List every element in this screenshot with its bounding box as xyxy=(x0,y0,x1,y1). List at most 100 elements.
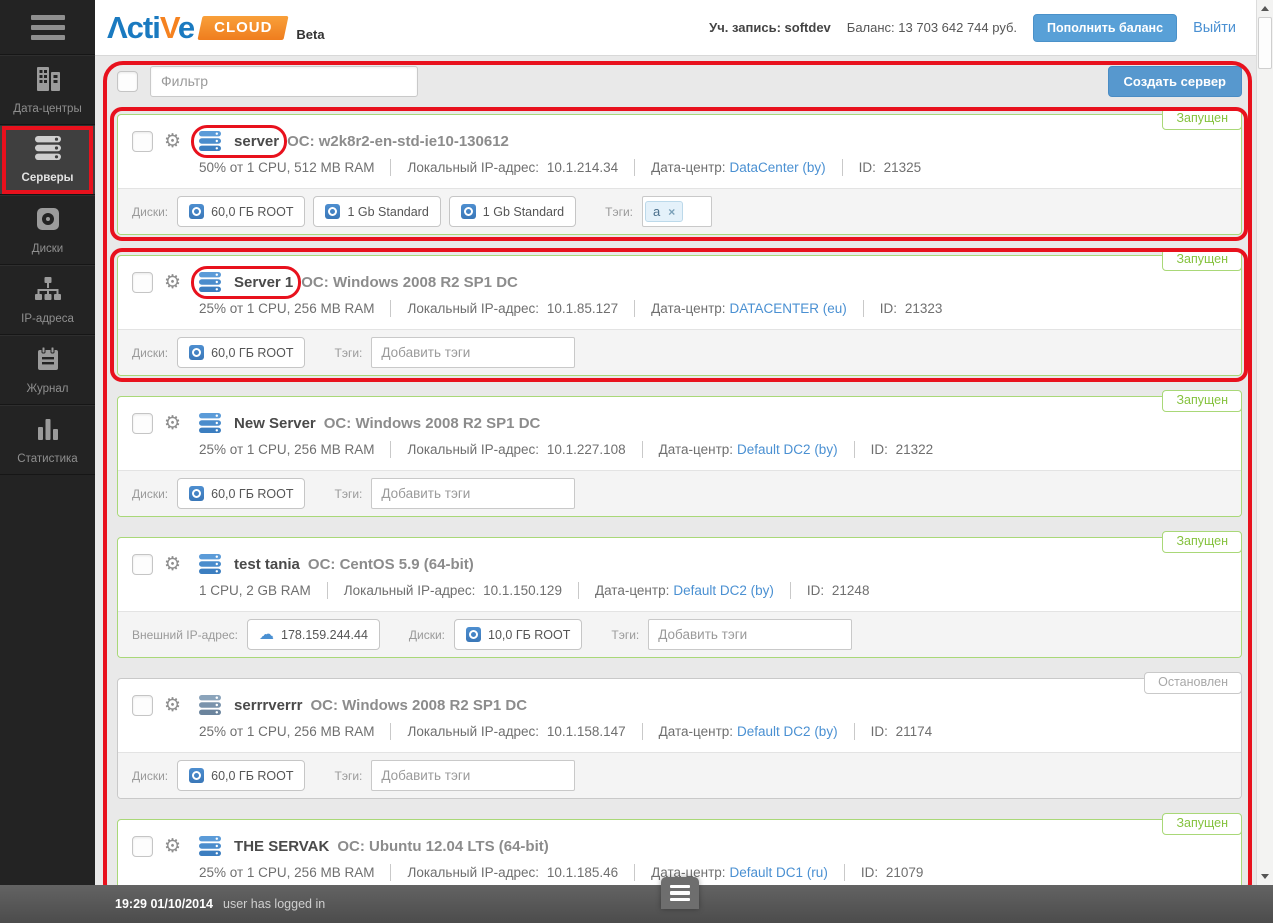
sidebar-item-datacenters[interactable]: Дата-центры xyxy=(0,55,95,125)
external-ip-button[interactable]: ☁ 178.159.244.44 xyxy=(247,619,380,650)
local-ip: Локальный IP-адрес: 10.1.214.34 xyxy=(407,160,619,175)
sidebar-item-label: Статистика xyxy=(17,452,78,465)
server-os: ОС: Windows 2008 R2 SP1 DC xyxy=(301,273,518,291)
server-name[interactable]: New Server xyxy=(234,415,316,432)
external-ip-label: Внешний IP-адрес: xyxy=(132,627,238,642)
status-badge: Запущен xyxy=(1162,531,1242,553)
disk-icon xyxy=(325,204,341,219)
datacenters-icon xyxy=(34,66,62,97)
sidebar-menu-toggle[interactable] xyxy=(0,0,95,55)
disks-label: Диски: xyxy=(132,768,169,783)
server-list: Запущен ⚙ server ОС: w2k8r2-en-std-ie10-… xyxy=(110,107,1248,885)
card-details-row: Внешний IP-адрес: ☁ 178.159.244.44 Диски:… xyxy=(118,611,1241,657)
disks-label: Диски: xyxy=(132,204,169,219)
server-name[interactable]: serrrverrr xyxy=(234,697,302,714)
gear-icon[interactable]: ⚙ xyxy=(164,413,181,433)
logout-link[interactable]: Выйти xyxy=(1193,20,1236,36)
server-checkbox[interactable] xyxy=(132,835,153,857)
disks-icon xyxy=(35,206,61,237)
sidebar-item-label: Дата-центры xyxy=(13,102,82,115)
server-checkbox[interactable] xyxy=(132,553,153,575)
datacenter-link[interactable]: Default DC1 (ru) xyxy=(730,865,828,880)
server-stack-icon xyxy=(198,130,222,152)
server-name[interactable]: Server 1 xyxy=(234,274,293,291)
datacenter-link[interactable]: Default DC2 (by) xyxy=(737,724,838,739)
select-all-checkbox[interactable] xyxy=(117,70,138,92)
local-ip: Локальный IP-адрес: 10.1.85.127 xyxy=(407,301,619,316)
status-badge: Запущен xyxy=(1162,813,1242,835)
datacenter-link[interactable]: Default DC2 (by) xyxy=(673,583,774,598)
datacenter: Дата-центр: DATACENTER (eu) xyxy=(651,301,847,316)
server-os: ОС: CentOS 5.9 (64-bit) xyxy=(307,555,474,573)
tags-label: Тэги: xyxy=(334,768,363,783)
status-timestamp: 19:29 01/10/2014 xyxy=(115,897,214,911)
datacenter-link[interactable]: Default DC2 (by) xyxy=(737,442,838,457)
server-checkbox[interactable] xyxy=(132,271,153,293)
datacenter: Дата-центр: DataCenter (by) xyxy=(651,160,826,175)
tags-box[interactable]: a × xyxy=(641,196,712,227)
footer-panel-toggle[interactable] xyxy=(661,877,699,909)
server-stack-icon xyxy=(198,694,222,716)
gear-icon[interactable]: ⚙ xyxy=(164,131,181,151)
server-name-wrap: serrrverrr xyxy=(198,694,302,716)
server-specs: 25% от 1 CPU, 256 MB RAM xyxy=(199,724,375,739)
server-os: ОС: Windows 2008 R2 SP1 DC xyxy=(323,414,541,432)
server-name[interactable]: THE SERVAK xyxy=(234,838,329,855)
gear-icon[interactable]: ⚙ xyxy=(164,272,181,292)
scroll-down-button[interactable] xyxy=(1257,868,1273,885)
tags-input[interactable] xyxy=(371,760,576,791)
sidebar-item-servers[interactable]: Серверы xyxy=(0,125,95,195)
sidebar-item-journal[interactable]: Журнал xyxy=(0,335,95,405)
status-bar: 19:29 01/10/2014 user has logged in xyxy=(0,885,1273,923)
datacenter-link[interactable]: DATACENTER (eu) xyxy=(730,301,847,316)
sidebar-item-disks[interactable]: Диски xyxy=(0,195,95,265)
vertical-scrollbar[interactable] xyxy=(1256,0,1273,885)
datacenter: Дата-центр: Default DC2 (by) xyxy=(594,583,774,598)
disk-button[interactable]: 60,0 ГБ ROOT xyxy=(177,196,306,227)
server-card: Запущен ⚙ test tania ОС: CentOS 5.9 (64-… xyxy=(117,531,1242,658)
app-logo[interactable]: ΛctiVe CLOUD Beta xyxy=(107,10,325,46)
tags-label: Тэги: xyxy=(334,486,363,501)
tags-input[interactable] xyxy=(371,478,576,509)
server-specs: 50% от 1 CPU, 512 MB RAM xyxy=(199,160,375,175)
server-name[interactable]: test tania xyxy=(234,556,300,573)
header: ΛctiVe CLOUD Beta Уч. запись: softdev Ба… xyxy=(95,0,1256,56)
server-stack-icon xyxy=(198,271,222,293)
disk-icon xyxy=(466,627,482,642)
create-server-button[interactable]: Создать сервер xyxy=(1107,65,1242,97)
status-badge: Запущен xyxy=(1162,108,1242,130)
disk-button[interactable]: 1 Gb Standard xyxy=(313,196,441,227)
scrollbar-thumb[interactable] xyxy=(1258,17,1272,69)
server-id: ID: 21323 xyxy=(879,301,943,316)
gear-icon[interactable]: ⚙ xyxy=(164,554,181,574)
disk-button[interactable]: 60,0 ГБ ROOT xyxy=(177,760,306,791)
gear-icon[interactable]: ⚙ xyxy=(164,836,181,856)
scroll-up-button[interactable] xyxy=(1257,0,1273,17)
card-details-row: ☁ Диски: 60,0 ГБ ROOT Тэги: xyxy=(118,329,1241,375)
server-checkbox[interactable] xyxy=(132,412,153,434)
server-id: ID: 21325 xyxy=(858,160,922,175)
tags-input[interactable] xyxy=(648,619,853,650)
gear-icon[interactable]: ⚙ xyxy=(164,695,181,715)
local-ip: Локальный IP-адрес: 10.1.158.147 xyxy=(407,724,626,739)
sidebar-item-ip-addresses[interactable]: IP-адреса xyxy=(0,265,95,335)
server-checkbox[interactable] xyxy=(132,130,153,152)
disk-button[interactable]: 60,0 ГБ ROOT xyxy=(177,478,306,509)
disk-button[interactable]: 60,0 ГБ ROOT xyxy=(177,337,306,368)
logo-wordmark: ΛctiVe xyxy=(107,9,195,45)
server-card: Остановлен ⚙ serrrverrr ОС: Windows 2008… xyxy=(117,672,1242,799)
server-name[interactable]: server xyxy=(234,133,279,150)
datacenter: Дата-центр: Default DC2 (by) xyxy=(658,724,838,739)
sidebar-item-statistics[interactable]: Статистика xyxy=(0,405,95,475)
local-ip: Локальный IP-адрес: 10.1.227.108 xyxy=(407,442,626,457)
filter-input[interactable] xyxy=(150,65,418,97)
server-specs: 25% от 1 CPU, 256 MB RAM xyxy=(199,442,375,457)
disk-button[interactable]: 10,0 ГБ ROOT xyxy=(454,619,583,650)
server-checkbox[interactable] xyxy=(132,694,153,716)
disk-icon xyxy=(189,345,205,360)
disk-button[interactable]: 1 Gb Standard xyxy=(448,196,577,227)
topup-balance-button[interactable]: Пополнить баланс xyxy=(1033,13,1178,42)
tags-input[interactable] xyxy=(371,337,576,368)
datacenter-link[interactable]: DataCenter (by) xyxy=(730,160,826,175)
tag-remove-icon[interactable]: × xyxy=(668,205,675,219)
